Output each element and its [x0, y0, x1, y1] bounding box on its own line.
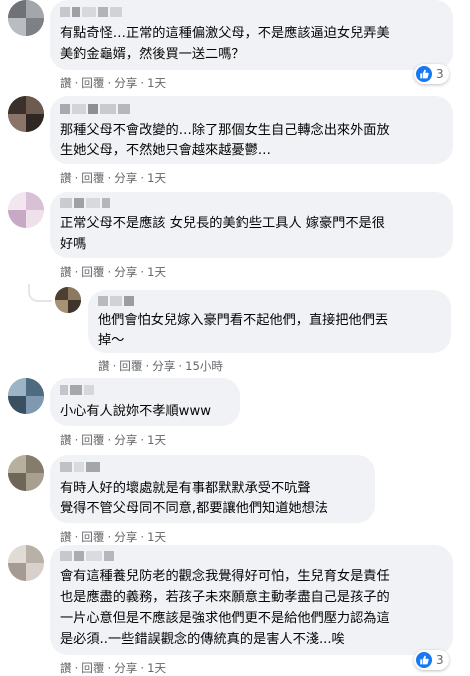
commenter-name-redacted[interactable]	[60, 462, 102, 472]
comment-timestamp[interactable]: 1天	[147, 432, 166, 448]
comment-timestamp[interactable]: 1天	[147, 170, 166, 186]
comment-timestamp[interactable]: 1天	[147, 529, 166, 545]
comment-timestamp[interactable]: 1天	[147, 264, 166, 280]
reply-name-redacted[interactable]	[98, 296, 136, 306]
commenter-name-redacted[interactable]	[60, 104, 132, 114]
comment-text-line: 美釣金龜婿，然後買一送二嗎？	[60, 47, 245, 62]
comment-text-line: 一片心意但是不應該是強求他們更不是給他們壓力認為這	[60, 611, 390, 626]
share-link[interactable]: 分享	[114, 660, 137, 676]
like-link[interactable]: 讚	[60, 660, 72, 676]
commenter-name-redacted[interactable]	[60, 385, 96, 395]
reaction-count[interactable]: 3	[414, 64, 449, 84]
like-link[interactable]: 讚	[60, 529, 72, 545]
share-link[interactable]: 分享	[114, 529, 137, 545]
like-link[interactable]: 讚	[60, 170, 72, 186]
comment-text-line: 正常父母不是應該 女兒長的美釣些工具人 嫁豪門不是很	[60, 216, 385, 231]
comment-text-line: 覺得不管父母同不同意,都要讓他們知道她想法	[60, 501, 328, 516]
commenter-name-redacted[interactable]	[60, 551, 116, 561]
commenter-name-redacted[interactable]	[60, 7, 124, 17]
commenter-avatar[interactable]	[8, 545, 44, 581]
reply-link[interactable]: 回覆	[81, 170, 104, 186]
reply-text-line: 掉～	[98, 333, 125, 348]
reaction-count-number: 3	[436, 67, 444, 81]
share-link[interactable]: 分享	[114, 75, 137, 91]
commenter-avatar[interactable]	[8, 455, 44, 491]
comment-text-line: 好嗎	[60, 237, 87, 252]
comment-actions: 讚 · 回覆 · 分享 · 1天	[60, 432, 167, 448]
reply-actions: 讚 · 回覆 · 分享 · 15小時	[98, 358, 224, 374]
share-link[interactable]: 分享	[114, 264, 137, 280]
like-link[interactable]: 讚	[60, 432, 72, 448]
commenter-avatar[interactable]	[8, 192, 44, 228]
share-link[interactable]: 分享	[114, 170, 137, 186]
like-link[interactable]: 讚	[60, 264, 72, 280]
reply-link[interactable]: 回覆	[81, 75, 104, 91]
comment-actions: 讚 · 回覆 · 分享 · 1天	[60, 660, 167, 676]
reply-link[interactable]: 回覆	[81, 660, 104, 676]
comment-actions: 讚 · 回覆 · 分享 · 1天	[60, 75, 167, 91]
comment-timestamp[interactable]: 1天	[147, 660, 166, 676]
reply-link[interactable]: 回覆	[81, 264, 104, 280]
comment-text-line: 有時人好的壞處就是有事都默默承受不吭聲	[60, 481, 311, 496]
comment-text-line: 也是應盡的義務，若孩子未來願意主動孝盡自己是孩子的	[60, 590, 390, 605]
commenter-avatar[interactable]	[8, 96, 44, 132]
comment-timestamp[interactable]: 1天	[147, 75, 166, 91]
commenter-avatar[interactable]	[8, 0, 44, 36]
like-link[interactable]: 讚	[98, 358, 110, 374]
commenter-avatar[interactable]	[8, 378, 44, 414]
reaction-count-number: 3	[436, 653, 444, 667]
comment-actions: 讚 · 回覆 · 分享 · 1天	[60, 264, 167, 280]
reply-avatar[interactable]	[55, 287, 81, 313]
reply-link[interactable]: 回覆	[81, 432, 104, 448]
reply-thread-line	[28, 284, 52, 302]
comment-text-line: 生她父母，不然她只會越來越憂鬱…	[60, 143, 271, 158]
thumbs-up-icon	[416, 66, 432, 82]
reply-link[interactable]: 回覆	[119, 358, 142, 374]
reaction-count[interactable]: 3	[414, 650, 449, 670]
comment-actions: 讚 · 回覆 · 分享 · 1天	[60, 529, 167, 545]
comment-text-line: 那種父母不會改變的…除了那個女生自己轉念出來外面放	[60, 123, 390, 138]
share-link[interactable]: 分享	[152, 358, 175, 374]
comment-text-line: 小心有人說妳不孝順www	[60, 404, 212, 419]
comment-text-line: 有點奇怪…正常的這種偏激父母，不是應該逼迫女兒弄美	[60, 26, 390, 41]
reply-text-line: 他們會怕女兒嫁入豪門看不起他們，直接把他們丟	[98, 313, 389, 328]
commenter-name-redacted[interactable]	[60, 198, 112, 208]
thumbs-up-icon	[416, 652, 432, 668]
reply-link[interactable]: 回覆	[81, 529, 104, 545]
comment-actions: 讚 · 回覆 · 分享 · 1天	[60, 170, 167, 186]
like-link[interactable]: 讚	[60, 75, 72, 91]
reply-timestamp[interactable]: 15小時	[185, 358, 223, 374]
share-link[interactable]: 分享	[114, 432, 137, 448]
comment-text-line: 會有這種養兒防老的觀念我覺得好可怕，生兒育女是責任	[60, 569, 390, 584]
comment-text-line: 是必須..一些錯誤觀念的傳統真的是害人不淺...唉	[60, 632, 345, 647]
